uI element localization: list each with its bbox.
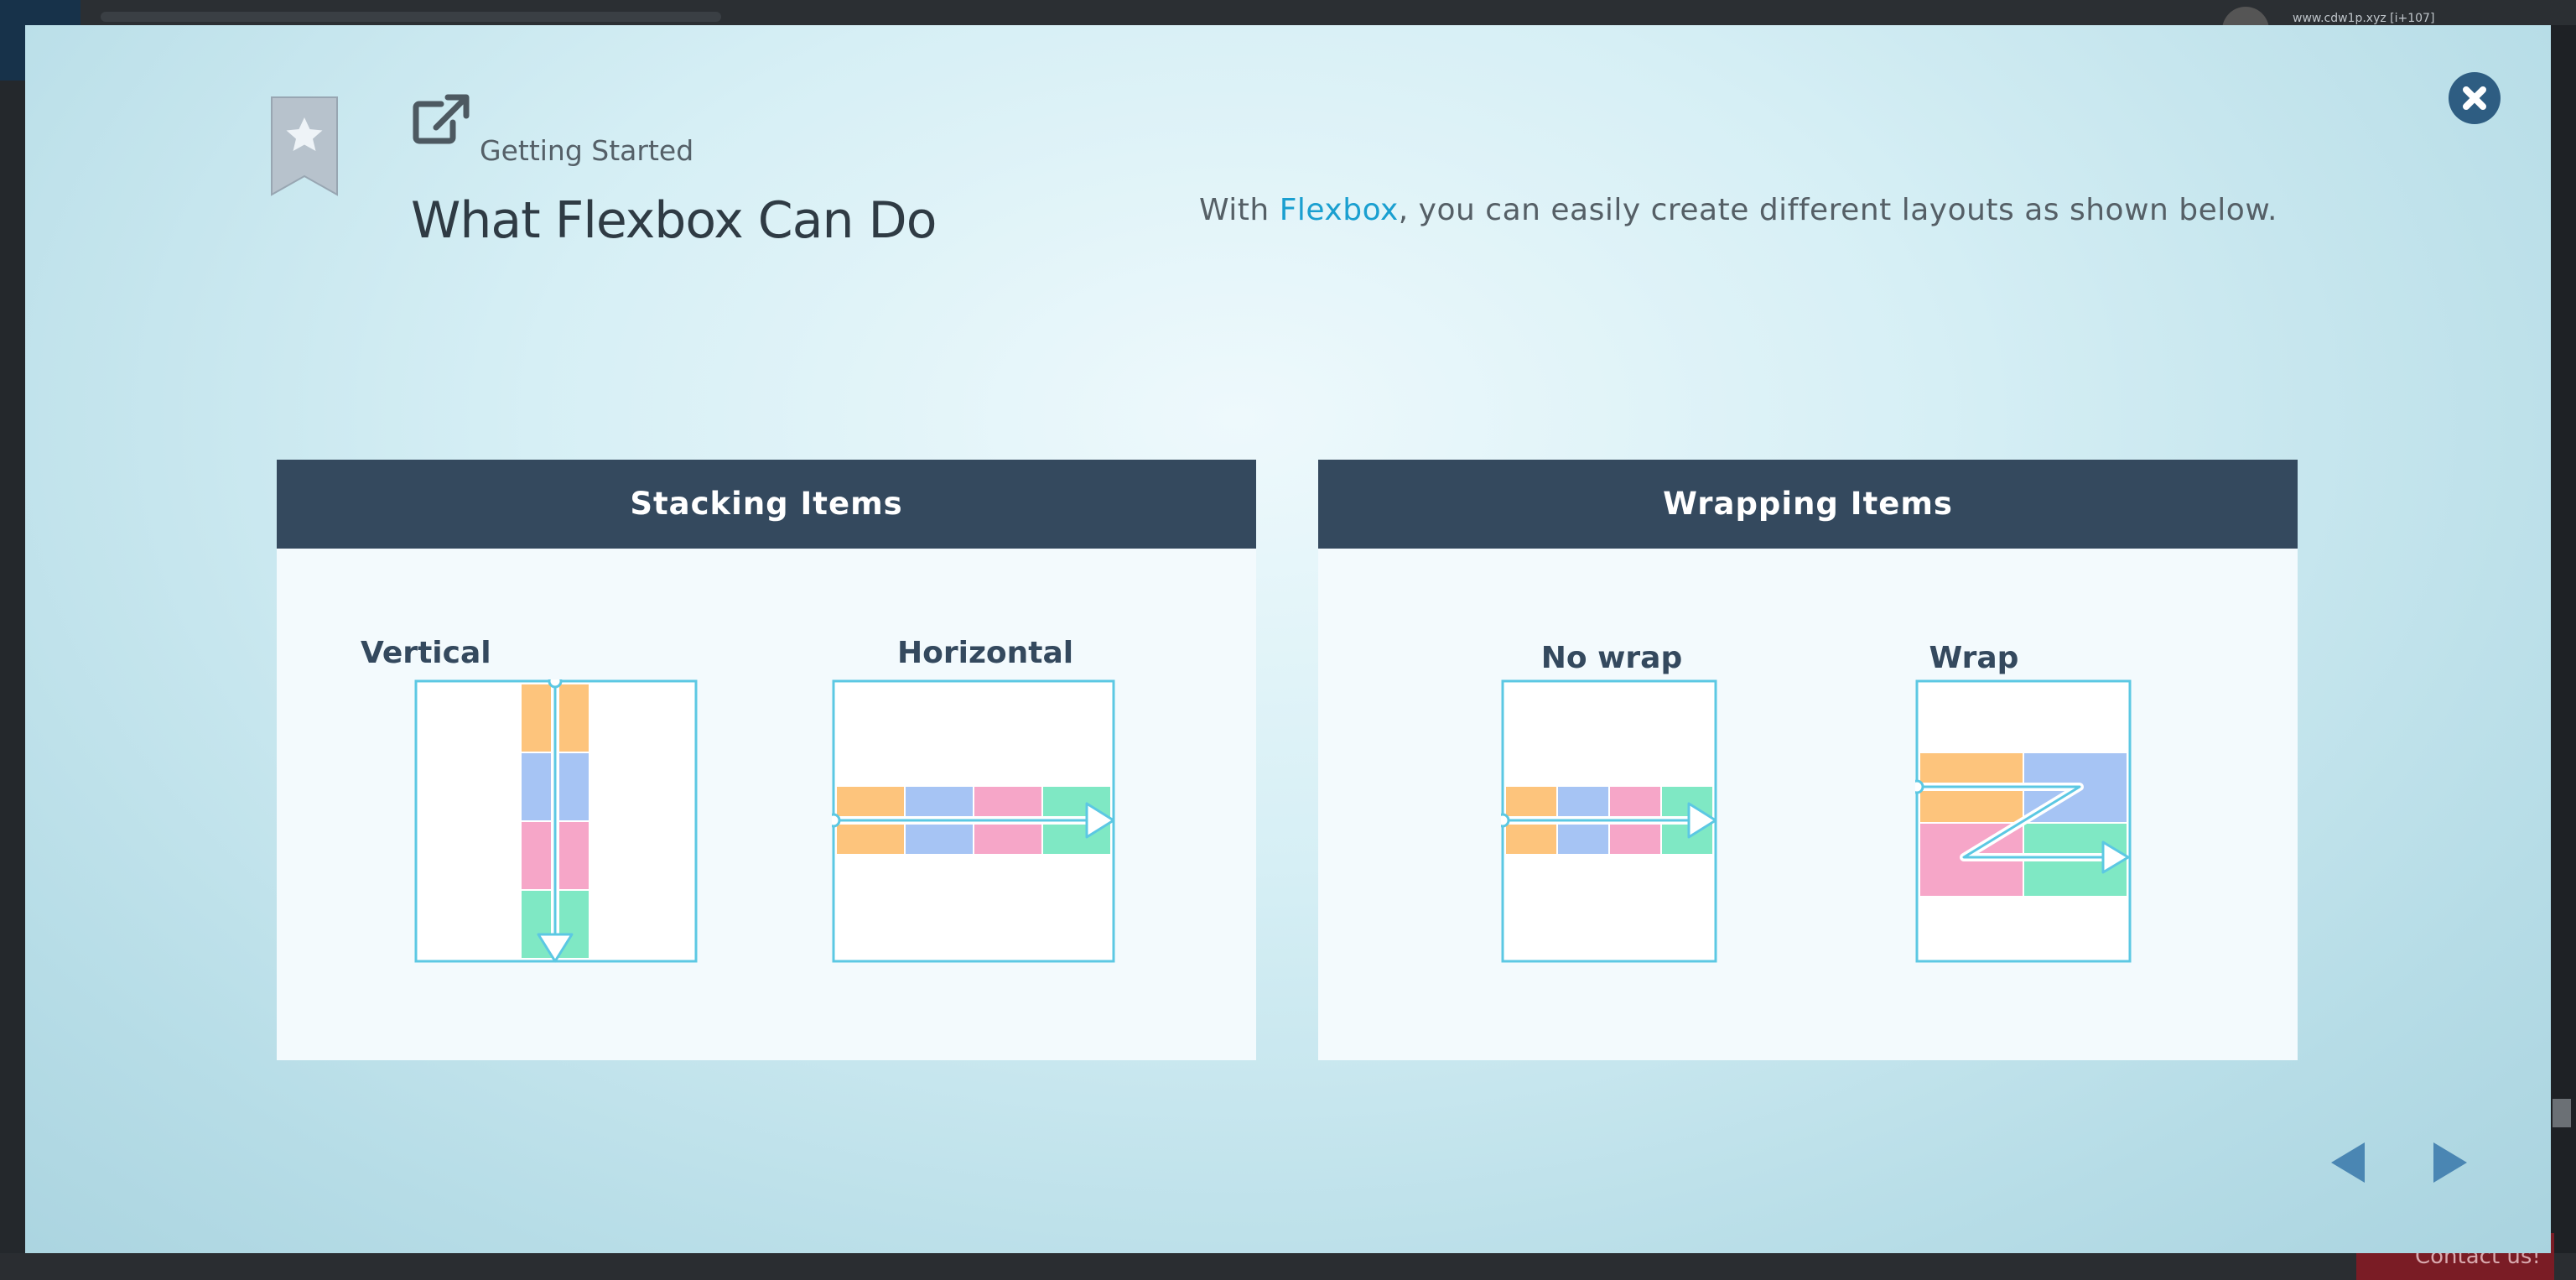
background-footer bbox=[0, 1253, 2576, 1280]
background-url-bar bbox=[101, 12, 721, 22]
no-wrap-diagram bbox=[1501, 679, 1717, 963]
next-slide-button[interactable] bbox=[2430, 1139, 2470, 1186]
page-title: What Flexbox Can Do bbox=[411, 191, 937, 250]
chevron-left-icon bbox=[2331, 1142, 2365, 1183]
diagram-label-vertical: Vertical bbox=[361, 636, 491, 670]
card-title: Wrapping Items bbox=[1318, 460, 2298, 549]
horizontal-stack-diagram bbox=[832, 679, 1115, 963]
intro-suffix: , you can easily create different layout… bbox=[1398, 193, 2277, 227]
section-eyebrow: Getting Started bbox=[480, 134, 694, 167]
diagram-label-no-wrap: No wrap bbox=[1540, 641, 1683, 675]
diagram-label-horizontal: Horizontal bbox=[897, 636, 1074, 670]
close-icon bbox=[2463, 86, 2486, 110]
background-user-text: www.cdw1p.xyz [i+107] bbox=[2293, 12, 2435, 25]
chevron-right-icon bbox=[2433, 1142, 2467, 1183]
bookmark-star-icon bbox=[271, 96, 338, 196]
wrap-diagram bbox=[1915, 679, 2132, 963]
wrapping-items-card: Wrapping Items No wrap Wrap bbox=[1318, 460, 2298, 1060]
stacking-items-card: Stacking Items Vertical Horizontal bbox=[277, 460, 1256, 1060]
card-title: Stacking Items bbox=[277, 460, 1256, 549]
previous-slide-button[interactable] bbox=[2328, 1139, 2368, 1186]
intro-prefix: With bbox=[1199, 193, 1280, 227]
external-link-icon[interactable] bbox=[411, 92, 471, 146]
background-sidebar bbox=[0, 81, 25, 1280]
intro-text: With Flexbox, you can easily create diff… bbox=[1199, 193, 2277, 227]
tutorial-modal: Getting Started What Flexbox Can Do With… bbox=[25, 25, 2551, 1253]
diagram-label-wrap: Wrap bbox=[1929, 641, 2019, 675]
flexbox-link[interactable]: Flexbox bbox=[1280, 193, 1399, 227]
vertical-stack-diagram bbox=[414, 679, 698, 963]
close-button[interactable] bbox=[2449, 72, 2501, 124]
background-scrollbar-thumb[interactable] bbox=[2553, 1099, 2571, 1127]
